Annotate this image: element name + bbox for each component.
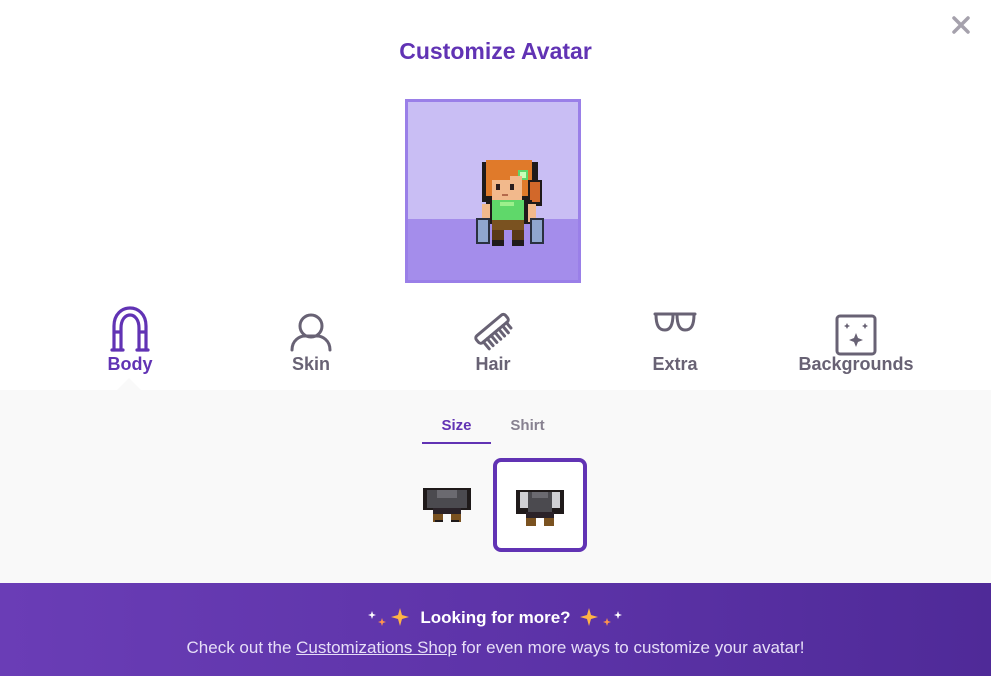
- tab-extra[interactable]: Extra: [595, 302, 755, 375]
- tab-skin-label: Skin: [291, 354, 330, 374]
- close-button[interactable]: [948, 12, 974, 38]
- tab-hair[interactable]: Hair: [413, 302, 573, 375]
- banner-heading: Looking for more?: [0, 608, 991, 628]
- dialog-title: Customize Avatar: [399, 38, 592, 64]
- tab-body-label: Body: [107, 354, 153, 374]
- tab-hair-label: Hair: [475, 354, 511, 374]
- category-tabs: Body Skin Hair Extra Backgrounds: [0, 302, 991, 390]
- option-size-slim[interactable]: [398, 458, 492, 552]
- subtab-size[interactable]: Size: [422, 417, 491, 434]
- option-size-broad[interactable]: [493, 458, 587, 552]
- banner-text-before: Check out the: [186, 638, 297, 657]
- avatar-sprite: [476, 160, 544, 246]
- close-icon: [952, 16, 970, 34]
- banner-subtext: Check out the Customizations Shop for ev…: [0, 638, 991, 658]
- subtab-underline: [422, 442, 491, 444]
- sparkle-background-icon: [835, 314, 877, 356]
- comb-icon: [474, 312, 513, 351]
- customizations-shop-link[interactable]: Customizations Shop: [296, 638, 457, 657]
- tab-skin[interactable]: Skin: [231, 302, 391, 375]
- shop-banner: Looking for more? Check out the Customiz…: [0, 583, 991, 676]
- tab-backgrounds[interactable]: Backgrounds: [776, 302, 936, 375]
- sparkles-icon: [579, 608, 622, 626]
- banner-heading-text: Looking for more?: [420, 608, 571, 627]
- subtab-shirt[interactable]: Shirt: [500, 417, 555, 434]
- active-tab-indicator: [117, 378, 141, 390]
- tab-extra-label: Extra: [652, 354, 698, 374]
- tab-body[interactable]: Body: [50, 302, 210, 375]
- tab-backgrounds-label: Backgrounds: [798, 354, 914, 374]
- skin-icon: [290, 313, 332, 352]
- body-icon: [110, 306, 150, 352]
- slim-body-icon: [423, 488, 471, 522]
- broad-body-icon: [516, 490, 564, 526]
- avatar-preview: [405, 99, 581, 283]
- glasses-icon: [653, 312, 697, 332]
- banner-text-after: for even more ways to customize your ava…: [456, 638, 805, 657]
- sparkles-icon: [368, 608, 410, 626]
